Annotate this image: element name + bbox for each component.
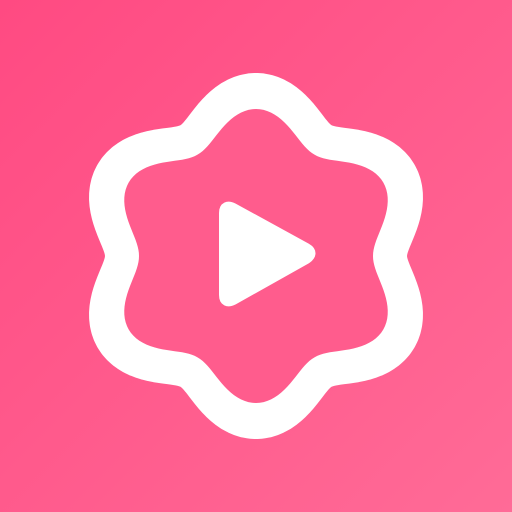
play-flower-icon [89,73,423,439]
app-icon-background [0,0,512,512]
